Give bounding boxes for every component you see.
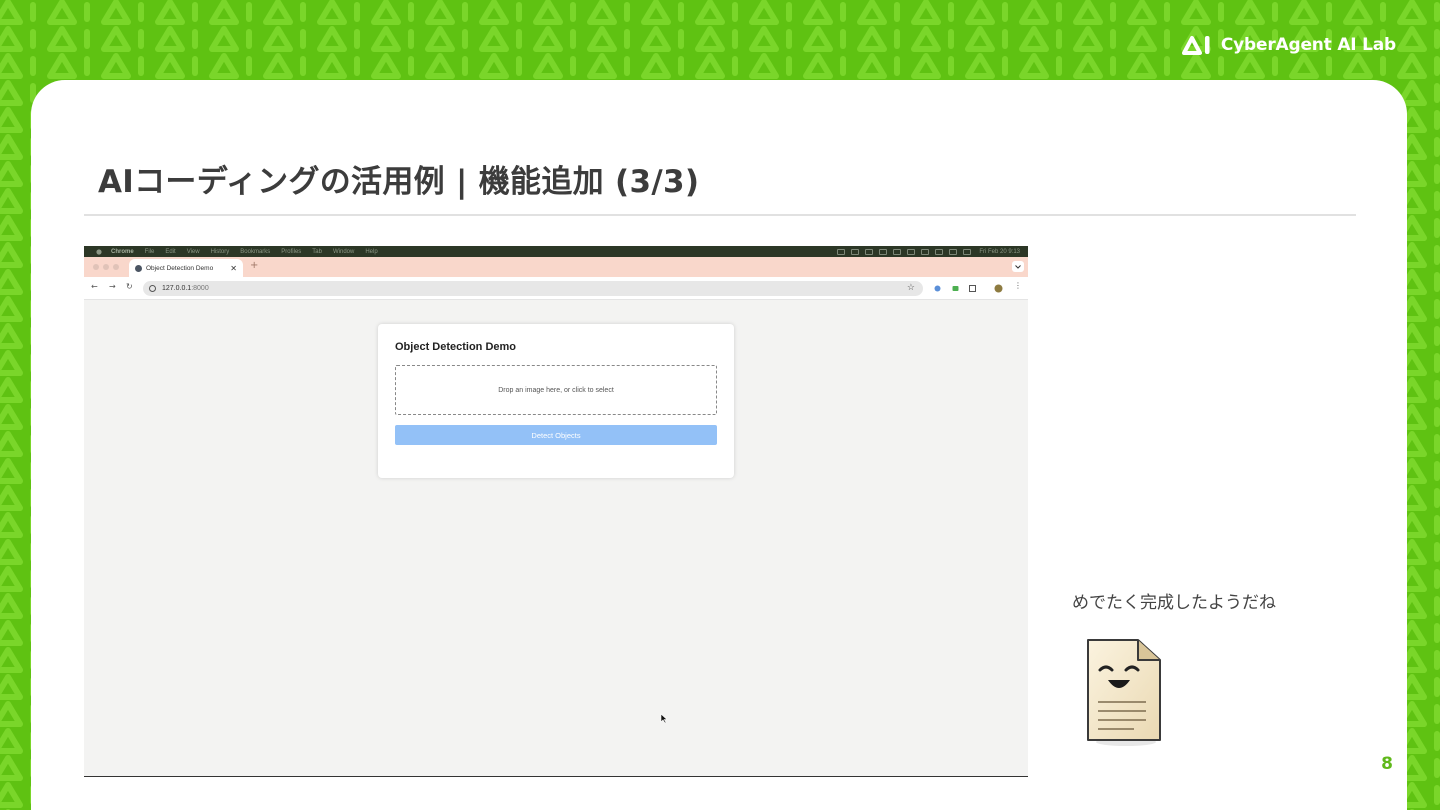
chevron-down-icon (1015, 264, 1021, 269)
page-number: 8 (1381, 754, 1393, 774)
battery-icon[interactable] (921, 248, 930, 255)
url-host: 127.0.0.1 (162, 285, 192, 292)
new-tab-button[interactable]: + (250, 260, 258, 271)
dropzone-text: Drop an image here, or click to select (498, 386, 614, 394)
menu-chrome[interactable]: Chrome (111, 249, 134, 255)
minimize-window-button[interactable] (103, 264, 109, 270)
menu-edit[interactable]: Edit (165, 249, 175, 255)
status-icon[interactable] (865, 248, 874, 255)
extension-icon[interactable] (933, 284, 942, 293)
menu-tab[interactable]: Tab (312, 249, 322, 255)
menu-help[interactable]: Help (365, 249, 377, 255)
menu-window[interactable]: Window (333, 249, 354, 255)
tab-search-button[interactable] (1012, 261, 1024, 272)
url-port: :8000 (191, 285, 209, 292)
menu-history[interactable]: History (211, 249, 230, 255)
forward-arrow-icon[interactable]: → (109, 282, 116, 291)
bookmark-star-icon[interactable]: ☆ (907, 282, 915, 293)
browser-screenshot: Chrome File Edit View History Bookmarks … (84, 246, 1028, 777)
menubar-status: Fri Feb 20 9:13 (837, 246, 1020, 257)
control-center-icon[interactable] (963, 248, 972, 255)
back-arrow-icon[interactable]: ← (91, 282, 98, 291)
status-icon[interactable] (837, 248, 846, 255)
app-title: Object Detection Demo (395, 341, 517, 353)
globe-icon (135, 264, 142, 272)
menu-view[interactable]: View (187, 249, 200, 255)
window-controls (93, 264, 119, 270)
image-dropzone[interactable]: Drop an image here, or click to select (395, 365, 717, 415)
menu-profiles[interactable]: Profiles (281, 249, 301, 255)
reload-icon[interactable]: ↻ (126, 282, 133, 291)
menu-bookmarks[interactable]: Bookmarks (240, 249, 270, 255)
tab-strip: Object Detection Demo ✕ + (84, 257, 1028, 277)
browser-toolbar: ← → ↻ 127.0.0.1:8000 ☆ ⋮ (84, 277, 1028, 300)
mouse-cursor-icon (660, 713, 668, 724)
slide-title: AIコーディングの活用例 | 機能追加 (3/3) (98, 164, 700, 200)
site-info-icon[interactable] (149, 285, 156, 292)
title-divider (84, 214, 1356, 216)
tab-close-icon[interactable]: ✕ (230, 264, 237, 273)
ai-logo-icon (1181, 36, 1210, 55)
profile-avatar-icon[interactable] (994, 284, 1003, 293)
tab-object-detection[interactable]: Object Detection Demo ✕ (129, 259, 243, 277)
search-icon[interactable] (949, 248, 958, 255)
address-bar[interactable]: 127.0.0.1:8000 ☆ (143, 281, 923, 296)
tab-title: Object Detection Demo (146, 264, 214, 272)
detect-button-label: Detect Objects (531, 430, 581, 440)
macos-menubar: Chrome File Edit View History Bookmarks … (84, 246, 1028, 257)
more-menu-icon[interactable]: ⋮ (1014, 281, 1022, 290)
status-icon[interactable] (907, 248, 916, 255)
brand-name: CyberAgent AI Lab (1220, 35, 1396, 55)
status-icon[interactable] (893, 248, 902, 255)
wifi-icon[interactable] (935, 248, 944, 255)
close-window-button[interactable] (93, 264, 99, 270)
caption-text: めでたく完成したようだね (1072, 593, 1276, 613)
extensions-puzzle-icon[interactable] (968, 284, 977, 293)
brand-logo: CyberAgent AI Lab (1181, 32, 1396, 58)
menubar-items: Chrome File Edit View History Bookmarks … (111, 249, 378, 255)
smiling-document-mascot-icon (1087, 639, 1161, 746)
zoom-window-button[interactable] (113, 264, 119, 270)
status-icon[interactable] (879, 248, 888, 255)
menubar-clock[interactable]: Fri Feb 20 9:13 (979, 249, 1020, 255)
apple-icon (94, 249, 103, 255)
object-detection-card: Object Detection Demo Drop an image here… (378, 324, 734, 478)
menu-file[interactable]: File (145, 249, 155, 255)
status-icon[interactable] (851, 248, 860, 255)
extension-icon[interactable] (951, 284, 960, 293)
detect-objects-button[interactable]: Detect Objects (395, 425, 717, 445)
